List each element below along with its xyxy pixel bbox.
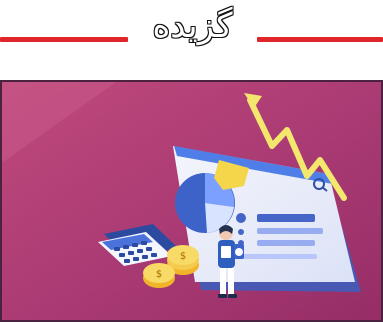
finance-illustration: $ $ bbox=[0, 80, 383, 322]
svg-text:$: $ bbox=[156, 269, 162, 280]
header-rule-left bbox=[0, 37, 128, 42]
section-header: گزیده bbox=[0, 0, 383, 60]
section-title: گزیده bbox=[152, 6, 233, 46]
hero-image: $ $ bbox=[0, 80, 383, 322]
header-rule-right bbox=[257, 37, 383, 42]
svg-text:$: $ bbox=[180, 251, 186, 262]
